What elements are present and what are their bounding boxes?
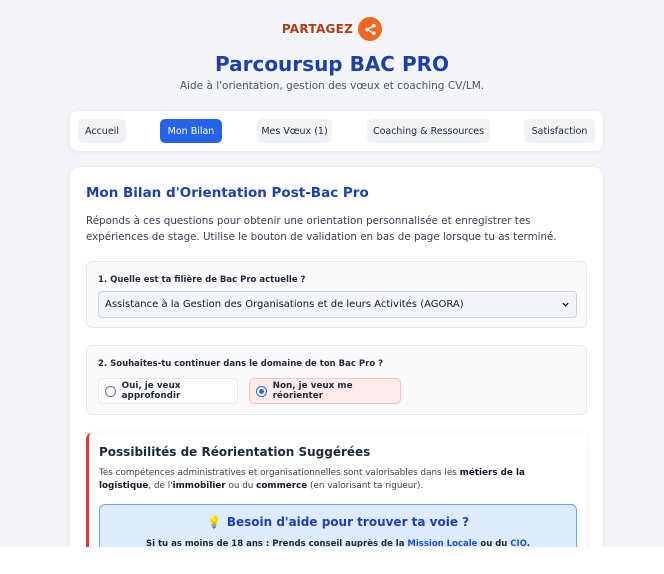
- bilan-title: Mon Bilan d'Orientation Post-Bac Pro: [86, 185, 369, 201]
- share-label: PARTAGEZ: [281, 22, 354, 36]
- reorientation-title: Possibilités de Réorientation Suggérées: [99, 445, 371, 459]
- reorientation-text-part: , de l': [148, 481, 173, 491]
- reorientation-text: Tes compétences administratives et organ…: [99, 467, 539, 493]
- bilan-intro: Réponds à ces questions pour obtenir une…: [86, 215, 557, 243]
- share-icon: [365, 23, 376, 35]
- tab-coaching[interactable]: Coaching & Ressources: [367, 119, 490, 143]
- radio-option-oui-label: Oui, je veux approfondir: [121, 381, 181, 401]
- reorientation-highlight-immobilier: immobilier: [172, 481, 226, 491]
- reorientation-highlight-commerce: commerce: [256, 481, 308, 491]
- lightbulb-icon: 💡: [206, 515, 222, 529]
- tab-mes-voeux[interactable]: Mes Vœux (1): [257, 119, 332, 143]
- radio-option-non[interactable]: Non, je veux me réorienter: [249, 378, 401, 404]
- page-title: Parcoursup BAC PRO: [214, 52, 450, 76]
- question-2: 2. Souhaites-tu continuer dans le domain…: [86, 345, 587, 415]
- tab-accueil[interactable]: Accueil: [78, 119, 126, 143]
- radio-button-non[interactable]: [256, 385, 267, 397]
- question-2-label: 2. Souhaites-tu continuer dans le domain…: [98, 359, 384, 369]
- bilan-card: Mon Bilan d'Orientation Post-Bac Pro Rép…: [70, 167, 603, 557]
- page-subtitle: Aide à l'orientation, gestion des vœux e…: [179, 80, 485, 92]
- main-nav: Accueil Mon Bilan Mes Vœux (1) Coaching …: [70, 111, 603, 151]
- help-title-text: Besoin d'aide pour trouver ta voie ?: [226, 515, 470, 529]
- viewport-bottom-edge: [0, 547, 664, 574]
- reorientation-text-part: (en valorisant ta rigueur).: [307, 481, 424, 491]
- radio-button-oui[interactable]: [105, 385, 116, 397]
- help-title: 💡 Besoin d'aide pour trouver ta voie ?: [100, 515, 576, 529]
- tab-satisfaction[interactable]: Satisfaction: [524, 119, 595, 143]
- filiere-select[interactable]: Assistance à la Gestion des Organisation…: [98, 291, 577, 318]
- tab-mon-bilan[interactable]: Mon Bilan: [160, 119, 222, 143]
- chevron-down-icon: [562, 302, 569, 307]
- question-1: 1. Quelle est ta filière de Bac Pro actu…: [86, 261, 587, 328]
- filiere-select-value: Assistance à la Gestion des Organisation…: [105, 299, 464, 310]
- radio-option-oui[interactable]: Oui, je veux approfondir: [98, 378, 238, 404]
- reorientation-text-part: ou du: [225, 481, 257, 491]
- share-button[interactable]: [358, 17, 383, 41]
- share-row: PARTAGEZ: [0, 17, 664, 41]
- reorientation-panel: Possibilités de Réorientation Suggérées …: [86, 433, 587, 557]
- reorientation-text-part: Tes compétences administratives et organ…: [99, 468, 460, 478]
- radio-option-non-label: Non, je veux me réorienter: [272, 381, 353, 401]
- question-1-label: 1. Quelle est ta filière de Bac Pro actu…: [98, 275, 306, 285]
